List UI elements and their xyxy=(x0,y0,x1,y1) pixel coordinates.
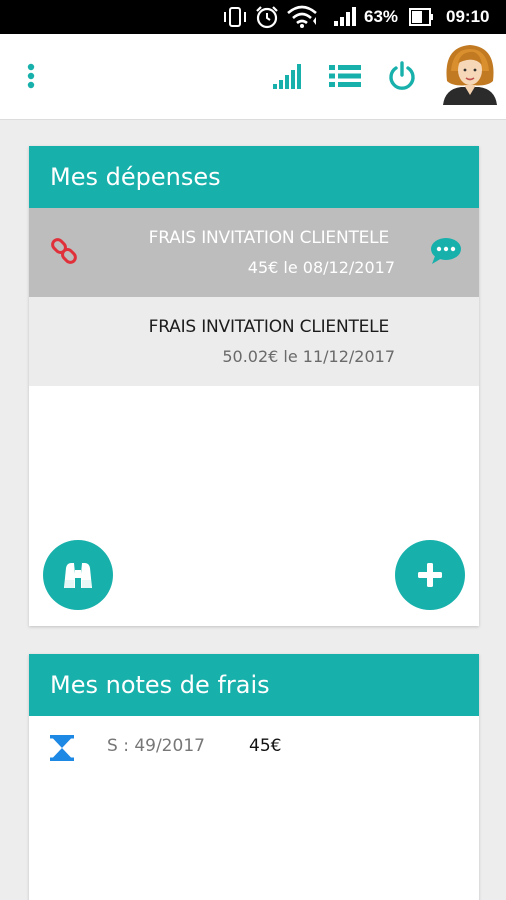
clock: 09:10 xyxy=(446,7,490,26)
alarm-icon xyxy=(254,0,280,34)
expense-title: FRAIS INVITATION CLIENTELE xyxy=(148,228,390,248)
battery-icon xyxy=(408,0,434,34)
overflow-menu-icon[interactable] xyxy=(16,56,46,96)
power-icon[interactable] xyxy=(384,56,420,96)
search-expenses-button[interactable] xyxy=(43,540,113,610)
link-icon xyxy=(49,236,79,270)
list-icon[interactable] xyxy=(326,56,364,96)
expense-reports-card: Mes notes de frais S : 49/2017 45€ xyxy=(29,654,479,900)
app-bar xyxy=(0,34,506,120)
wifi-icon xyxy=(286,0,318,34)
expense-amount-date: 50.02€ le 11/12/2017 xyxy=(222,347,395,366)
report-amount: 45€ xyxy=(249,736,282,756)
add-expense-button[interactable] xyxy=(395,540,465,610)
cell-signal-icon xyxy=(332,0,358,34)
status-bar: 63% 09:10 xyxy=(0,0,506,34)
battery-percent: 63% xyxy=(364,7,399,26)
plus-icon xyxy=(417,562,443,588)
report-period: S : 49/2017 xyxy=(107,736,205,756)
expense-title: FRAIS INVITATION CLIENTELE xyxy=(148,317,390,337)
expense-amount-date: 45€ le 08/12/2017 xyxy=(247,258,395,277)
signal-bars-icon[interactable] xyxy=(270,56,306,96)
hourglass-icon xyxy=(49,734,75,766)
comment-icon[interactable] xyxy=(429,236,463,270)
avatar[interactable] xyxy=(440,40,500,106)
expense-reports-card-title: Mes notes de frais xyxy=(29,654,479,716)
expense-item[interactable]: FRAIS INVITATION CLIENTELE 50.02€ le 11/… xyxy=(29,297,479,386)
vibrate-icon xyxy=(222,0,248,34)
expense-report-item[interactable]: S : 49/2017 45€ xyxy=(29,716,479,778)
expenses-card-title: Mes dépenses xyxy=(29,146,479,208)
expense-item[interactable]: FRAIS INVITATION CLIENTELE 45€ le 08/12/… xyxy=(29,208,479,297)
expenses-card: Mes dépenses FRAIS INVITATION CLIENTELE … xyxy=(29,146,479,626)
binoculars-icon xyxy=(61,560,95,590)
